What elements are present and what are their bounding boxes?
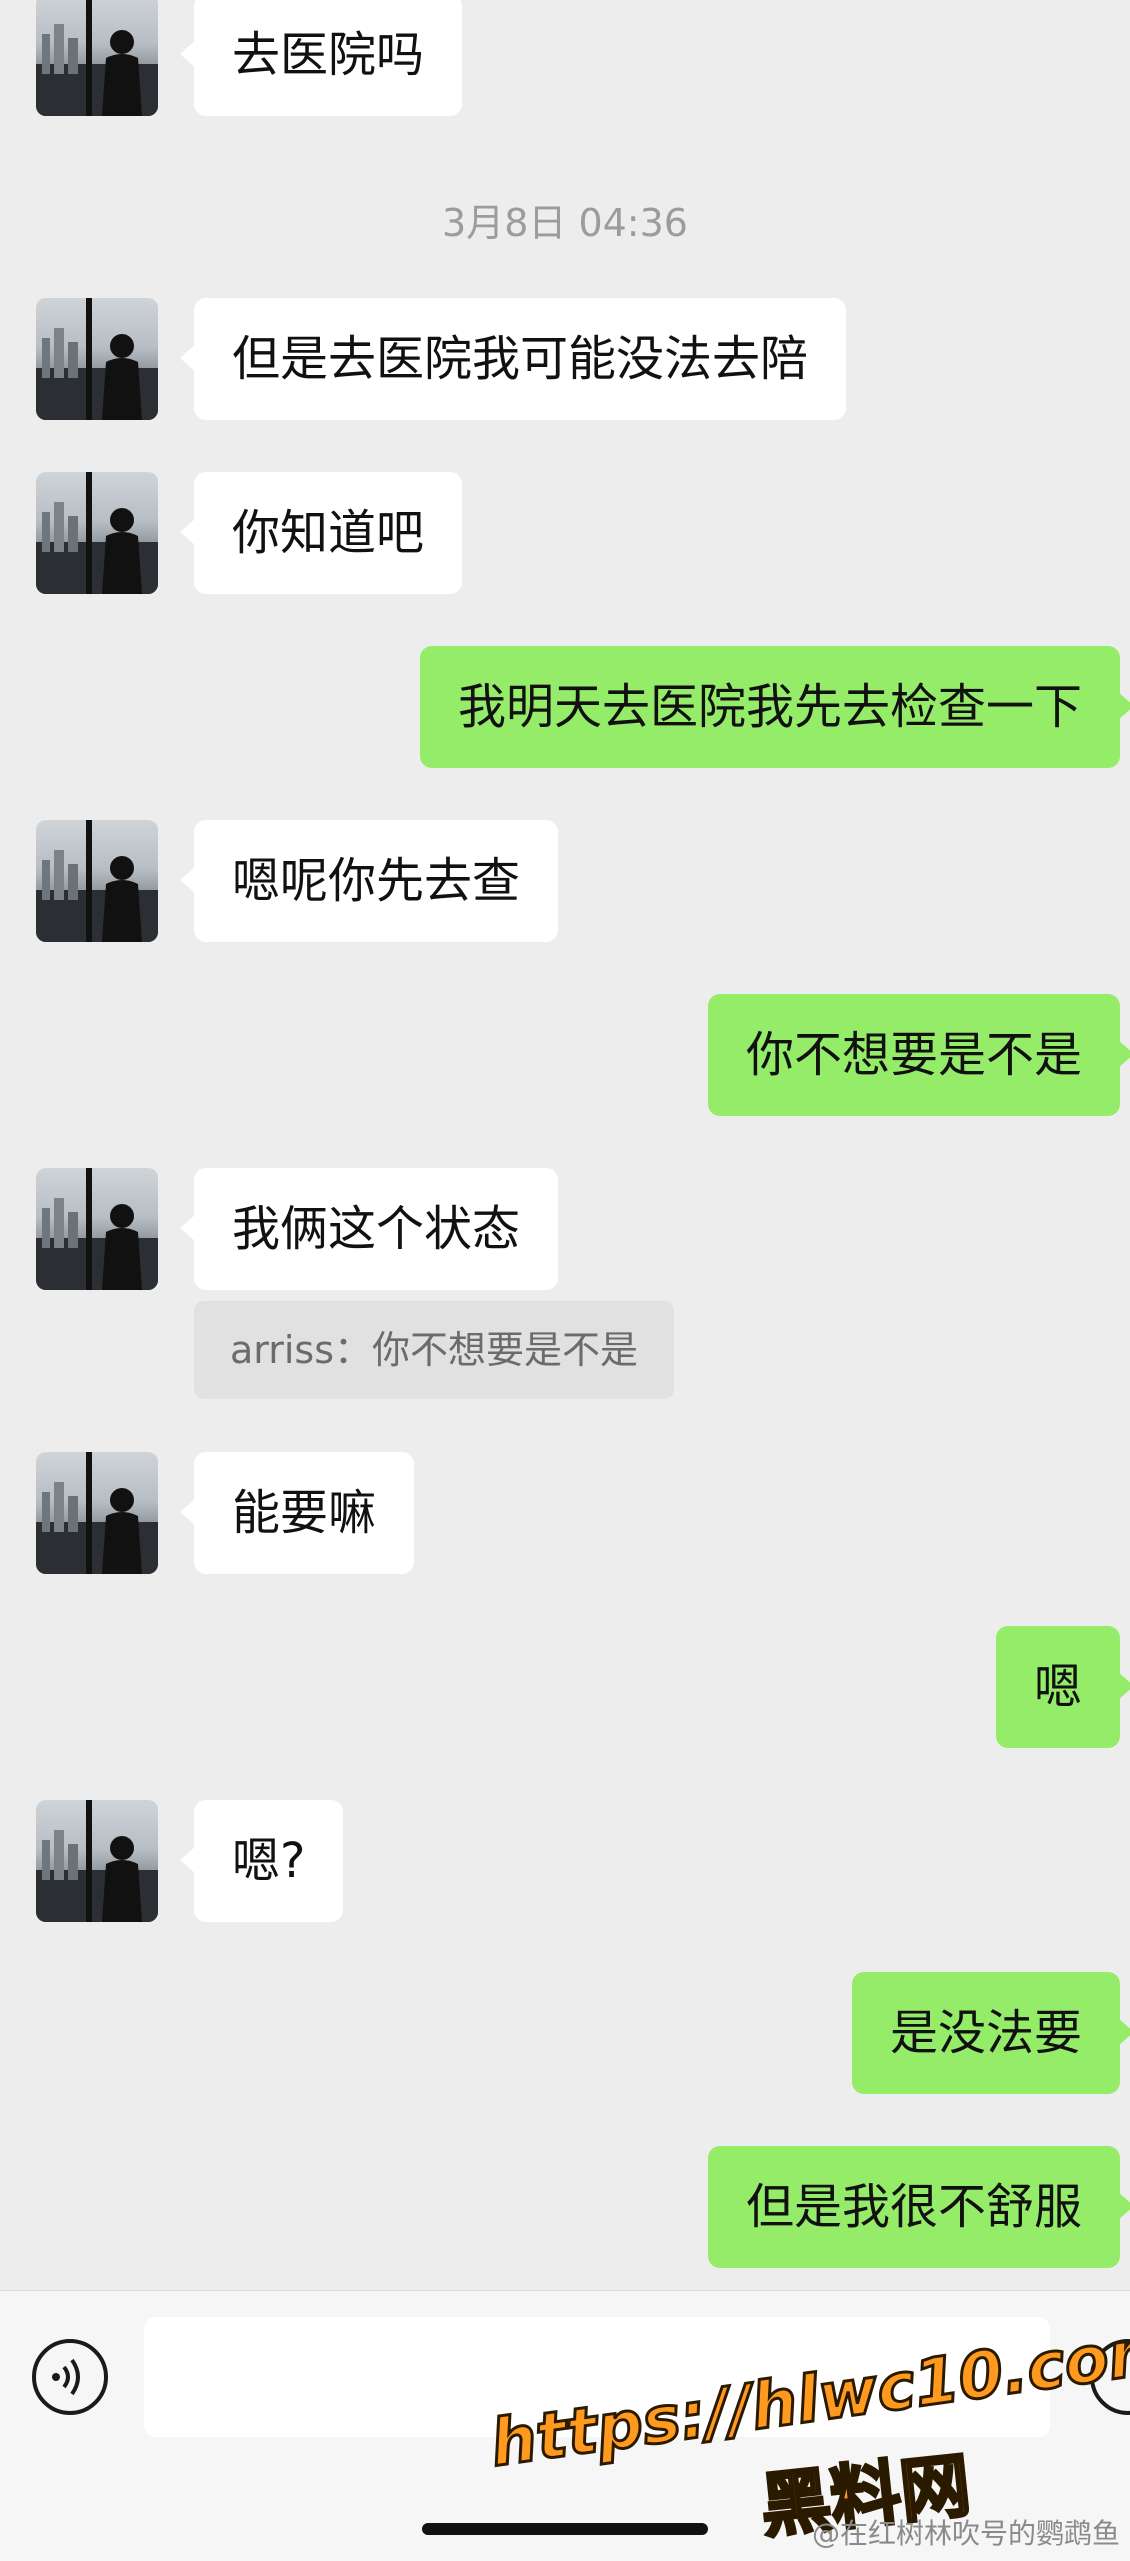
contact-avatar[interactable] [36, 820, 158, 942]
message-bubble-incoming[interactable]: 但是去医院我可能没法去陪 [179, 298, 847, 420]
message-bubble-incoming[interactable]: 我俩这个状态 [179, 1168, 559, 1290]
home-indicator [422, 2523, 708, 2535]
chat-history[interactable]: 去医院吗 3月8日 04:36 但是去医院我可能没法去陪 你知道吧 我明天去医院… [0, 0, 1130, 2290]
avatar-silhouette-icon [36, 1168, 158, 1290]
voice-icon[interactable] [32, 2339, 108, 2415]
contact-avatar[interactable] [36, 298, 158, 420]
avatar-silhouette-icon [36, 472, 158, 594]
avatar-silhouette-icon [36, 0, 158, 116]
contact-avatar[interactable] [36, 1168, 158, 1290]
message-bubble-outgoing[interactable]: 嗯 [995, 1626, 1130, 1748]
quoted-reply[interactable]: arriss：你不想要是不是 [194, 1301, 675, 1399]
message-bubble-incoming[interactable]: 能要嘛 [179, 1452, 415, 1574]
message-bubble-outgoing[interactable]: 你不想要是不是 [707, 994, 1130, 1116]
avatar-silhouette-icon [36, 298, 158, 420]
contact-avatar[interactable] [36, 1452, 158, 1574]
message-bubble-incoming[interactable]: 嗯? [179, 1800, 344, 1922]
contact-avatar[interactable] [36, 1800, 158, 1922]
message-bubble-outgoing[interactable]: 我明天去医院我先去检查一下 [419, 646, 1130, 768]
message-bubble-incoming[interactable]: 去医院吗 [179, 0, 463, 116]
message-bubble-outgoing[interactable]: 是没法要 [851, 1972, 1130, 2094]
contact-avatar[interactable] [36, 0, 158, 116]
avatar-silhouette-icon [36, 1800, 158, 1922]
contact-avatar[interactable] [36, 472, 158, 594]
chat-timestamp: 3月8日 04:36 [442, 201, 688, 245]
avatar-silhouette-icon [36, 820, 158, 942]
avatar-silhouette-icon [36, 1452, 158, 1574]
message-bubble-outgoing[interactable]: 但是我很不舒服 [707, 2146, 1130, 2268]
weibo-watermark: @在红树林吹号的鹦鹉鱼 [811, 2517, 1120, 2550]
message-bubble-incoming[interactable]: 你知道吧 [179, 472, 463, 594]
message-bubble-incoming[interactable]: 嗯呢你先去查 [179, 820, 559, 942]
